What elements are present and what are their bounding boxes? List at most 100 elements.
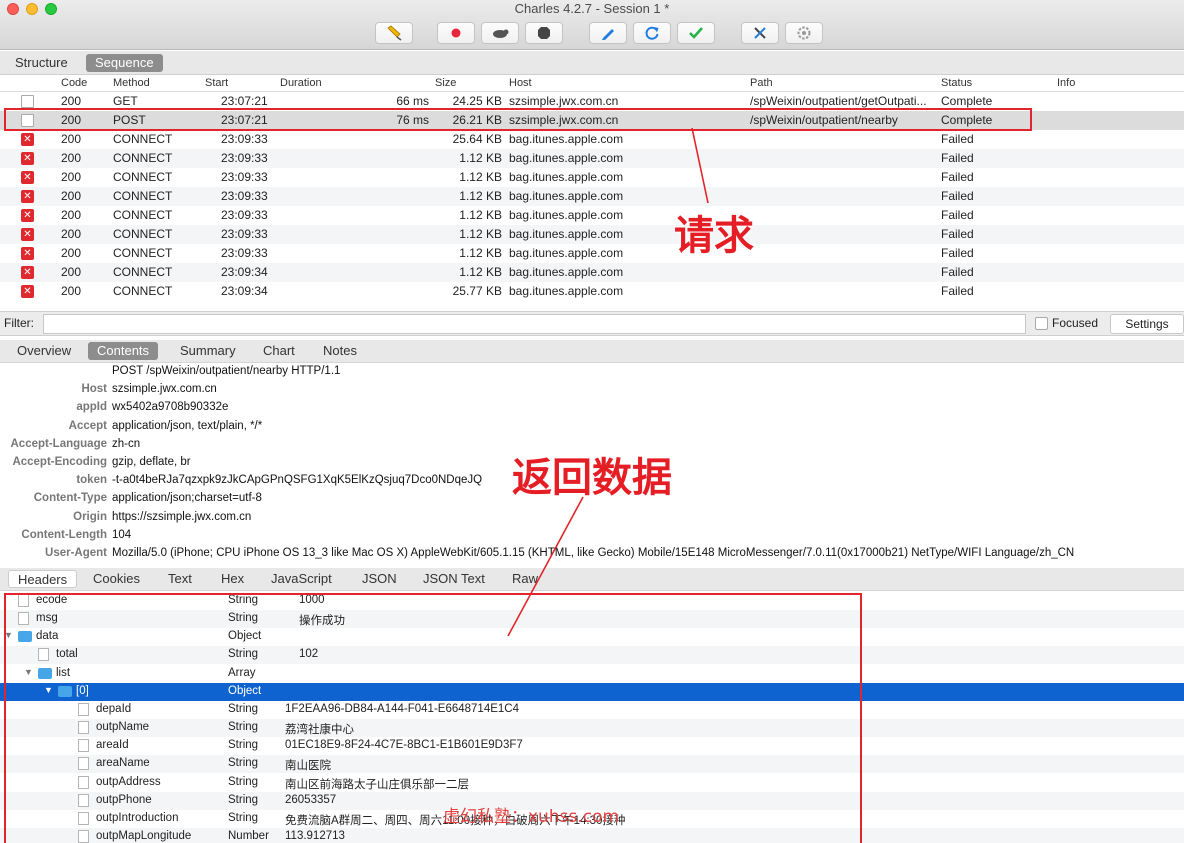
cell-host: bag.itunes.apple.com (509, 170, 624, 184)
focused-checkbox[interactable] (1035, 317, 1048, 330)
cell-duration: 66 ms (396, 94, 429, 108)
tab-overview[interactable]: Overview (8, 342, 80, 360)
table-row[interactable]: ✕ 200 CONNECT 23:09:34 25.77 KB bag.itunes.ap… (0, 282, 1184, 301)
table-row[interactable]: ✕ 200 CONNECT 23:09:34 1.12 KB bag.itunes.app… (0, 263, 1184, 282)
request-header-row: Content-Length 104 (0, 528, 1184, 546)
header-value: Mozilla/5.0 (iPhone; CPU iPhone OS 13_3 … (112, 547, 1075, 559)
cell-path: /spWeixin/outpatient/getOutpati... (750, 94, 927, 108)
header-name: Host (81, 383, 107, 396)
column-header-code[interactable]: Code (61, 77, 87, 89)
cell-code: 200 (61, 208, 82, 222)
failed-icon: ✕ (21, 190, 34, 203)
document-icon (21, 95, 34, 108)
cell-status: Failed (941, 132, 974, 146)
header-value: wx5402a9708b90332e (112, 401, 229, 414)
tab-contents[interactable]: Contents (88, 342, 159, 360)
record-button[interactable] (437, 22, 475, 44)
throttle-button[interactable] (481, 22, 519, 44)
table-row[interactable]: ✕ 200 CONNECT 23:09:33 1.12 KB bag.itunes.app… (0, 149, 1184, 168)
cell-status: Failed (941, 246, 974, 260)
filter-input[interactable] (43, 314, 1026, 334)
header-value: application/json;charset=utf-8 (112, 492, 262, 505)
settings-button[interactable] (785, 22, 823, 44)
column-header-host[interactable]: Host (509, 77, 532, 89)
tab-raw[interactable]: Raw (503, 570, 547, 588)
cell-code: 200 (61, 227, 82, 241)
tab-headers[interactable]: Headers (8, 570, 78, 588)
tab-text[interactable]: Text (159, 570, 201, 588)
header-value: zh-cn (112, 437, 141, 450)
clear-session-button[interactable] (375, 22, 413, 44)
column-header-method[interactable]: Method (113, 77, 150, 89)
cell-status: Failed (941, 170, 974, 184)
failed-icon: ✕ (21, 152, 34, 165)
cell-start: 23:09:33 (221, 208, 268, 222)
header-name: Accept-Encoding (12, 456, 107, 468)
tab-notes[interactable]: Notes (314, 342, 366, 360)
response-tabs: Headers Cookies Text Hex JavaScript JSON JSON … (0, 568, 1184, 591)
failed-icon: ✕ (21, 285, 34, 298)
tab-hex[interactable]: Hex (212, 570, 253, 588)
cell-size: 1.12 KB (459, 208, 502, 222)
column-header-status[interactable]: Status (941, 77, 972, 89)
cell-code: 200 (61, 132, 82, 146)
request-header-row: appId wx5402a9708b90332e (0, 400, 1184, 418)
request-header-row: Host szsimple.jwx.com.cn (0, 382, 1184, 400)
table-row[interactable]: ✕ 200 CONNECT 23:09:33 1.12 KB bag.itunes.app… (0, 187, 1184, 206)
window-title: Charles 4.2.7 - Session 1 * (514, 1, 670, 16)
tools-icon (754, 27, 766, 39)
tab-summary[interactable]: Summary (171, 342, 245, 360)
column-header-duration[interactable]: Duration (280, 77, 322, 89)
tab-json-text[interactable]: JSON Text (414, 570, 494, 588)
cell-status: Failed (941, 151, 974, 165)
tab-json[interactable]: JSON (353, 570, 406, 588)
request-highlight-box (4, 108, 1032, 131)
tab-structure[interactable]: Structure (6, 54, 77, 72)
cell-host: bag.itunes.apple.com (509, 151, 624, 165)
cell-status: Failed (941, 208, 974, 222)
request-header-row: Accept application/json, text/plain, */* (0, 419, 1184, 437)
breakpoints-button[interactable] (525, 22, 563, 44)
cell-method: CONNECT (113, 284, 173, 298)
tab-javascript[interactable]: JavaScript (262, 570, 341, 588)
tab-chart[interactable]: Chart (254, 342, 304, 360)
column-header-start[interactable]: Start (205, 77, 228, 89)
cell-status: Failed (941, 265, 974, 279)
failed-icon: ✕ (21, 209, 34, 222)
cell-status: Failed (941, 189, 974, 203)
cell-method: CONNECT (113, 170, 173, 184)
cell-host: bag.itunes.apple.com (509, 246, 624, 260)
tools-button[interactable] (741, 22, 779, 44)
cell-code: 200 (61, 170, 82, 184)
cell-start: 23:09:33 (221, 151, 268, 165)
cell-start: 23:09:34 (221, 284, 268, 298)
column-header-size[interactable]: Size (435, 77, 456, 89)
table-row[interactable]: ✕ 200 CONNECT 23:09:33 25.64 KB bag.itunes.ap… (0, 130, 1184, 149)
filter-settings-button[interactable]: Settings (1110, 314, 1184, 334)
header-name: token (76, 474, 107, 487)
table-row[interactable]: ✕ 200 CONNECT 23:09:33 1.12 KB bag.itunes.app… (0, 206, 1184, 225)
tab-cookies[interactable]: Cookies (84, 570, 149, 588)
header-name: Content-Type (33, 492, 107, 505)
cell-size: 24.25 KB (452, 94, 502, 108)
cell-code: 200 (61, 94, 82, 108)
header-name: Content-Length (21, 528, 107, 541)
annotation-response: 返回数据 (512, 454, 673, 502)
tab-sequence[interactable]: Sequence (86, 54, 163, 72)
column-header-info[interactable]: Info (1057, 77, 1075, 89)
table-row[interactable]: ✕ 200 CONNECT 23:09:33 1.12 KB bag.itunes.app… (0, 225, 1184, 244)
column-header-path[interactable]: Path (750, 77, 773, 89)
validate-icon (689, 27, 703, 39)
cell-host: bag.itunes.apple.com (509, 189, 624, 203)
compose-button[interactable] (589, 22, 627, 44)
header-value: -t-a0t4beRJa7qzxpk9zJkCApGPnQSFG1XqK5ElK… (112, 474, 483, 487)
cell-size: 1.12 KB (459, 151, 502, 165)
repeat-button[interactable] (633, 22, 671, 44)
validate-button[interactable] (677, 22, 715, 44)
cell-status: Failed (941, 227, 974, 241)
cell-host: bag.itunes.apple.com (509, 227, 624, 241)
cell-method: CONNECT (113, 227, 173, 241)
sequence-table-header: Code Method Start Duration Size Host Pat… (0, 75, 1184, 92)
table-row[interactable]: ✕ 200 CONNECT 23:09:33 1.12 KB bag.itunes.app… (0, 244, 1184, 263)
table-row[interactable]: ✕ 200 CONNECT 23:09:33 1.12 KB bag.itunes.app… (0, 168, 1184, 187)
